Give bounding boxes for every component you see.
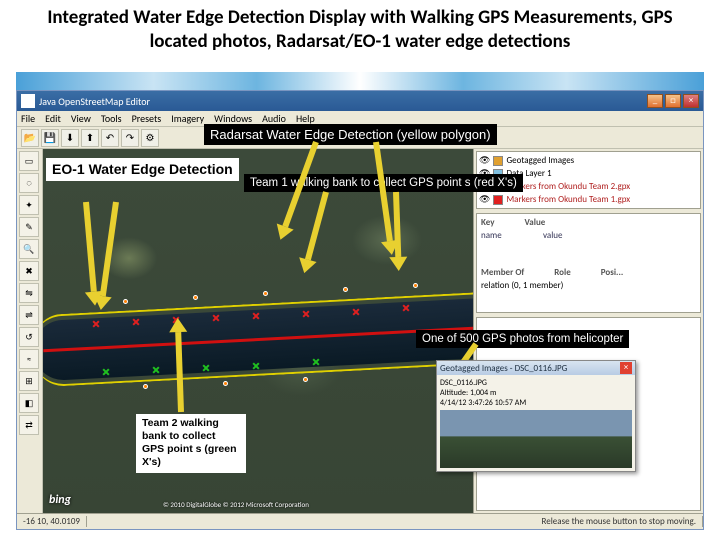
tool-node-icon[interactable]: ✦: [19, 195, 39, 215]
tool-undo-icon[interactable]: ↶: [101, 129, 119, 147]
popup-timestamp: 4/14/12 3:47:26 10:57 AM: [440, 398, 632, 408]
tool-reverse-icon[interactable]: ↺: [19, 327, 39, 347]
geotagged-image-popup[interactable]: Geotagged Images - DSC_0116.JPG × DSC_01…: [436, 360, 636, 472]
tool-zoom-icon[interactable]: 🔍: [19, 239, 39, 259]
photo-marker[interactable]: [263, 291, 268, 296]
gps-marker-red[interactable]: [93, 321, 99, 327]
gps-marker-green[interactable]: [153, 367, 159, 373]
popup-close-button[interactable]: ×: [620, 362, 632, 374]
gps-marker-green[interactable]: [313, 359, 319, 365]
callout-photo: One of 500 GPS photos from helicopter: [416, 330, 629, 348]
titlebar[interactable]: Java OpenStreetMap Editor _ □ ×: [17, 91, 703, 111]
tool-save-icon[interactable]: 💾: [41, 129, 59, 147]
popup-photo-thumbnail[interactable]: [440, 410, 632, 468]
tool-delete-icon[interactable]: ✖: [19, 261, 39, 281]
gps-marker-red[interactable]: [403, 305, 409, 311]
map-canvas[interactable]: bing © 2010 DigitalGlobe © 2012 Microsof…: [43, 149, 473, 513]
imagery-credit: © 2010 DigitalGlobe © 2012 Microsoft Cor…: [163, 500, 309, 509]
callout-eo1: EO-1 Water Edge Detection: [46, 158, 239, 181]
statusbar: -16 10, 40.0109 Release the mouse button…: [17, 513, 703, 529]
window-title: Java OpenStreetMap Editor: [39, 95, 647, 108]
photo-marker[interactable]: [413, 283, 418, 288]
gps-marker-red[interactable]: [253, 313, 259, 319]
bing-logo: bing: [49, 493, 71, 507]
tool-prefs-icon[interactable]: ⚙: [141, 129, 159, 147]
tool-download-icon[interactable]: ⬇: [61, 129, 79, 147]
photo-marker[interactable]: [193, 295, 198, 300]
tool-align-icon[interactable]: ⊞: [19, 371, 39, 391]
callout-radarsat: Radarsat Water Edge Detection (yellow po…: [204, 124, 497, 145]
menu-presets[interactable]: Presets: [132, 111, 162, 126]
gps-marker-green[interactable]: [103, 369, 109, 375]
slide-title: Integrated Water Edge Detection Display …: [0, 0, 720, 58]
properties-panel: KeyValue namevalue Member OfRolePosi... …: [476, 213, 701, 313]
left-toolbox: ▭ ◌ ✦ ✎ 🔍 ✖ ⇋ ⇌ ↺ ≈ ⊞ ◧ ⇄: [17, 149, 43, 513]
app-icon: [21, 94, 35, 108]
layer-row[interactable]: 👁Markers from Okundu Team 1.gpx: [479, 193, 698, 206]
tool-mirror-icon[interactable]: ⇄: [19, 415, 39, 435]
property-row[interactable]: namevalue: [479, 229, 698, 242]
tool-redo-icon[interactable]: ↷: [121, 129, 139, 147]
status-hint: Release the mouse button to stop moving.: [536, 516, 703, 527]
layer-row[interactable]: 👁Geotagged Images: [479, 154, 698, 167]
tool-merge-icon[interactable]: ⇌: [19, 305, 39, 325]
tool-split-icon[interactable]: ⇋: [19, 283, 39, 303]
gps-marker-red[interactable]: [353, 309, 359, 315]
status-coord: -16 10, 40.0109: [17, 516, 87, 527]
gps-marker-red[interactable]: [213, 315, 219, 321]
tool-simplify-icon[interactable]: ≈: [19, 349, 39, 369]
photo-marker[interactable]: [223, 381, 228, 386]
tool-select-icon[interactable]: ▭: [19, 151, 39, 171]
gps-marker-green[interactable]: [253, 363, 259, 369]
gps-marker-red[interactable]: [133, 319, 139, 325]
screenshot-region: Java OpenStreetMap Editor _ □ × File Edi…: [16, 72, 704, 530]
minimize-button[interactable]: _: [647, 94, 663, 108]
tool-upload-icon[interactable]: ⬆: [81, 129, 99, 147]
member-row[interactable]: relation (0, 1 member): [479, 279, 698, 292]
popup-body: DSC_0116.JPG Altitude: 1,004 m 4/14/12 3…: [437, 375, 635, 471]
tool-draw-icon[interactable]: ✎: [19, 217, 39, 237]
photo-marker[interactable]: [143, 384, 148, 389]
tool-lasso-icon[interactable]: ◌: [19, 173, 39, 193]
gps-marker-green[interactable]: [203, 365, 209, 371]
popup-title: Geotagged Images - DSC_0116.JPG: [440, 363, 567, 374]
photo-marker[interactable]: [343, 287, 348, 292]
menu-tools[interactable]: Tools: [101, 111, 122, 126]
maximize-button[interactable]: □: [665, 94, 681, 108]
menu-file[interactable]: File: [21, 111, 35, 126]
tool-open-icon[interactable]: 📂: [21, 129, 39, 147]
popup-altitude: Altitude: 1,004 m: [440, 388, 632, 398]
menu-imagery[interactable]: Imagery: [171, 111, 204, 126]
tool-ortho-icon[interactable]: ◧: [19, 393, 39, 413]
popup-titlebar[interactable]: Geotagged Images - DSC_0116.JPG ×: [437, 361, 635, 375]
photo-marker[interactable]: [303, 377, 308, 382]
menu-view[interactable]: View: [71, 111, 91, 126]
menu-edit[interactable]: Edit: [45, 111, 61, 126]
gps-marker-red[interactable]: [303, 311, 309, 317]
close-button[interactable]: ×: [683, 94, 699, 108]
callout-team2: Team 2 walking bank to collect GPS point…: [136, 414, 246, 473]
photo-marker[interactable]: [123, 299, 128, 304]
popup-filename: DSC_0116.JPG: [440, 378, 632, 388]
